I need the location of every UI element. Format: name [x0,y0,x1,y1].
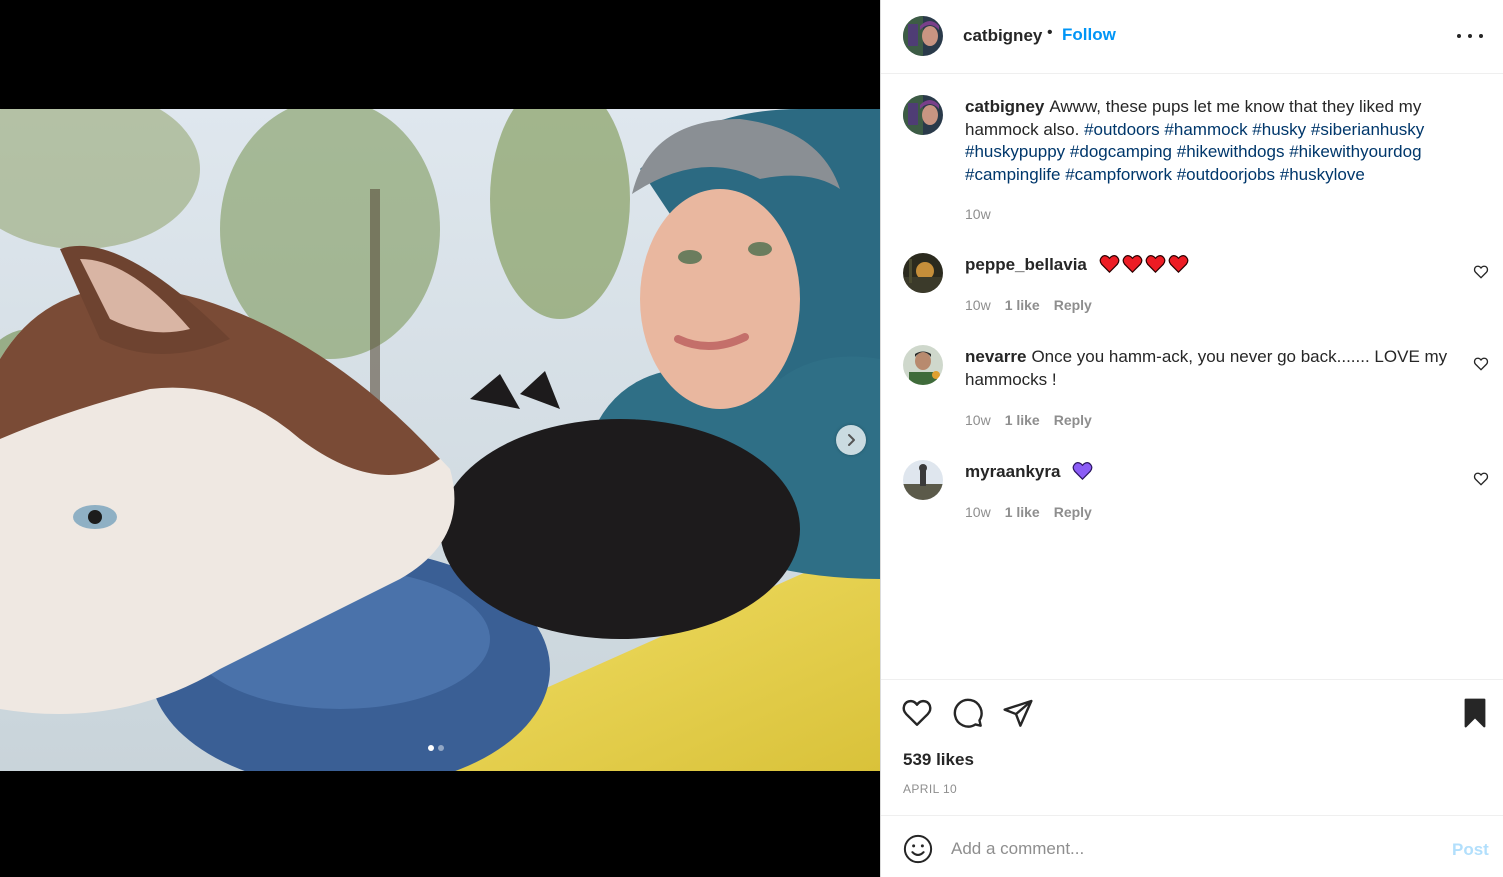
comment-timestamp[interactable]: 10w [965,297,991,313]
heart-outline-icon[interactable] [901,697,933,729]
caption-meta: 10w [965,206,991,222]
more-icon-dot [1468,34,1472,38]
like-comment-heart-icon[interactable] [1473,356,1489,372]
hashtag[interactable]: #husky [1252,120,1306,139]
comment-text: myraankyra [965,461,1455,484]
comment-username[interactable]: myraankyra [965,462,1060,481]
comment-meta: 10w 1 like Reply [965,504,1092,520]
next-photo-button[interactable] [836,425,866,455]
comments-list: catbigney Awww, these pups let me know th… [881,75,1503,679]
follow-button[interactable]: Follow [1062,25,1116,45]
like-comment-heart-icon[interactable] [1473,264,1489,280]
comment-emoji [1097,255,1189,274]
red-heart-icon [1168,255,1189,273]
carousel-indicator [428,745,444,751]
more-icon [1457,34,1461,38]
hashtag[interactable]: #campinglife [965,165,1060,184]
avatar[interactable] [903,460,943,500]
caption-timestamp[interactable]: 10w [965,206,991,222]
comment-likes[interactable]: 1 like [1005,297,1040,313]
comment-meta: 10w 1 like Reply [965,412,1092,428]
hashtag[interactable]: #hikewithyourdog [1289,142,1421,161]
avatar[interactable] [903,345,943,385]
comment-text: peppe_bellavia [965,254,1455,277]
caption-text: catbigney Awww, these pups let me know th… [965,96,1465,186]
carousel-dot [438,745,444,751]
comment-likes[interactable]: 1 like [1005,504,1040,520]
post-actions: 539 likes APRIL 10 [881,679,1503,815]
post-comment-button[interactable]: Post [1452,840,1489,860]
hashtag[interactable]: #hikewithdogs [1177,142,1285,161]
hashtag[interactable]: #siberianhusky [1311,120,1424,139]
avatar[interactable] [903,16,943,56]
like-comment-heart-icon[interactable] [1473,471,1489,487]
avatar[interactable] [903,95,943,135]
red-heart-icon [1145,255,1166,273]
post-header: catbigney • Follow [881,0,1503,74]
like-count[interactable]: 539 likes [903,750,974,770]
comment-meta: 10w 1 like Reply [965,297,1092,313]
comment-timestamp[interactable]: 10w [965,504,991,520]
reply-button[interactable]: Reply [1054,297,1092,313]
comment-username[interactable]: nevarre [965,347,1026,366]
hashtag[interactable]: #huskylove [1280,165,1365,184]
comment-input[interactable] [951,834,1431,864]
hashtag[interactable]: #outdoors [1084,120,1160,139]
reply-button[interactable]: Reply [1054,504,1092,520]
comment-username[interactable]: peppe_bellavia [965,255,1087,274]
carousel-dot-active [428,745,434,751]
more-options-button[interactable] [1457,28,1483,44]
hashtag[interactable]: #dogcamping [1070,142,1172,161]
separator-dot: • [1047,24,1053,41]
post-side-panel: catbigney • Follow catbigney Awww, these … [880,0,1503,877]
emoji-icon[interactable] [903,834,933,864]
purple-heart-icon [1072,462,1093,480]
post-photo[interactable] [0,109,880,771]
red-heart-icon [1122,255,1143,273]
post-author-username[interactable]: catbigney [963,26,1042,46]
comment-body: Once you hamm-ack, you never go back....… [965,347,1448,389]
more-icon-dot [1479,34,1483,38]
reply-button[interactable]: Reply [1054,412,1092,428]
comment-text: nevarre Once you hamm-ack, you never go b… [965,346,1455,391]
comment-icon[interactable] [952,697,984,729]
chevron-right-icon [848,434,855,446]
avatar[interactable] [903,253,943,293]
hashtag[interactable]: #huskypuppy [965,142,1065,161]
hashtag[interactable]: #outdoorjobs [1177,165,1275,184]
share-icon[interactable] [1002,697,1034,729]
post-media [0,0,880,877]
post-date[interactable]: APRIL 10 [903,782,957,796]
hashtag[interactable]: #campforwork [1065,165,1172,184]
hashtag[interactable]: #hammock [1164,120,1247,139]
comment-timestamp[interactable]: 10w [965,412,991,428]
caption-username[interactable]: catbigney [965,97,1044,116]
comment-likes[interactable]: 1 like [1005,412,1040,428]
bookmark-icon[interactable] [1459,697,1491,729]
red-heart-icon [1099,255,1120,273]
add-comment-bar: Post [881,815,1503,877]
